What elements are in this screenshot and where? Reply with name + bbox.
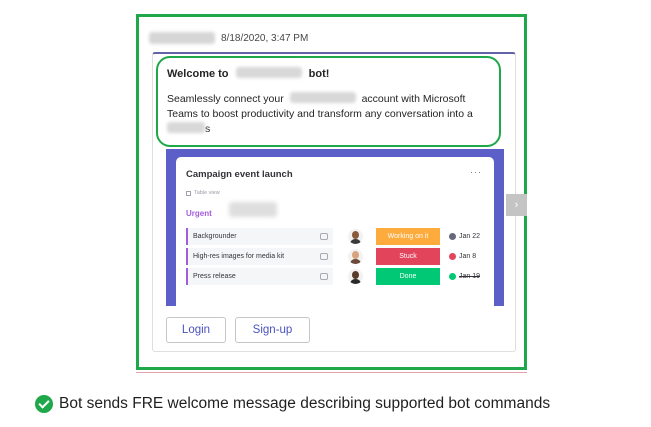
divider [136,372,527,373]
date-cell: Jan 22 [449,228,480,245]
date-label: Jan 22 [459,233,481,240]
redacted-product-name-2 [289,92,356,103]
status-badge: Working on it [376,228,440,245]
chat-bubble-icon [320,253,328,260]
welcome-prefix: Welcome to [167,68,229,80]
table-view-toggle: Table view [186,190,220,196]
table-view-label: Table view [194,190,220,196]
table-row: Backgrounder Working on it Jan 22 [186,228,486,245]
date-label: Jan 8 [459,253,477,260]
group-label: Urgent [186,209,212,218]
table-row: High-res images for media kit Stuck Jan … [186,248,486,265]
task-name: High-res images for media kit [186,248,333,265]
check-circle-icon [35,395,53,413]
check-dot-icon [449,273,456,280]
board-title: Campaign event launch [186,169,293,180]
redacted-chip [229,202,277,217]
chat-bubble-icon [320,273,328,280]
message-timestamp: 8/18/2020, 3:47 PM [221,32,309,44]
ellipsis-icon: ··· [470,167,482,177]
date-cell: Jan 19 [449,268,480,285]
chat-bubble-icon [320,233,328,240]
status-badge: Done [376,268,440,285]
date-label: Jan 19 [459,273,481,280]
welcome-title: Welcome to bot! [167,67,329,80]
timeline-dot-icon [449,233,456,240]
chevron-right-icon[interactable]: › [506,194,527,216]
body-text-3: s [205,123,211,135]
table-row: Press release Done Jan 19 [186,268,486,285]
board-preview-image: Campaign event launch ··· Table view Urg… [166,149,504,306]
highlight-frame: 8/18/2020, 3:47 PM Welcome to bot! Seaml… [136,14,527,370]
redacted-sender-name [149,32,215,44]
signup-button[interactable]: Sign-up [235,317,310,343]
avatar [348,249,363,264]
status-badge: Stuck [376,248,440,265]
redacted-product-name [235,67,302,78]
redacted-word [167,122,205,133]
date-cell: Jan 8 [449,248,476,265]
board-panel: Campaign event launch ··· Table view Urg… [176,157,494,306]
welcome-body: Seamlessly connect your account with Mic… [167,92,497,137]
avatar [348,229,363,244]
login-button[interactable]: Login [166,317,226,343]
caption-text: Bot sends FRE welcome message describing… [59,395,551,412]
adaptive-card: Welcome to bot! Seamlessly connect your … [152,52,527,352]
welcome-suffix: bot! [308,68,330,80]
table-view-icon [186,190,191,196]
task-name: Press release [186,268,333,285]
alert-dot-icon [449,253,456,260]
avatar [348,269,363,284]
task-name: Backgrounder [186,228,333,245]
body-text-1: Seamlessly connect your [167,93,284,105]
message-header: 8/18/2020, 3:47 PM [149,31,308,45]
caption: Bot sends FRE welcome message describing… [35,393,550,415]
